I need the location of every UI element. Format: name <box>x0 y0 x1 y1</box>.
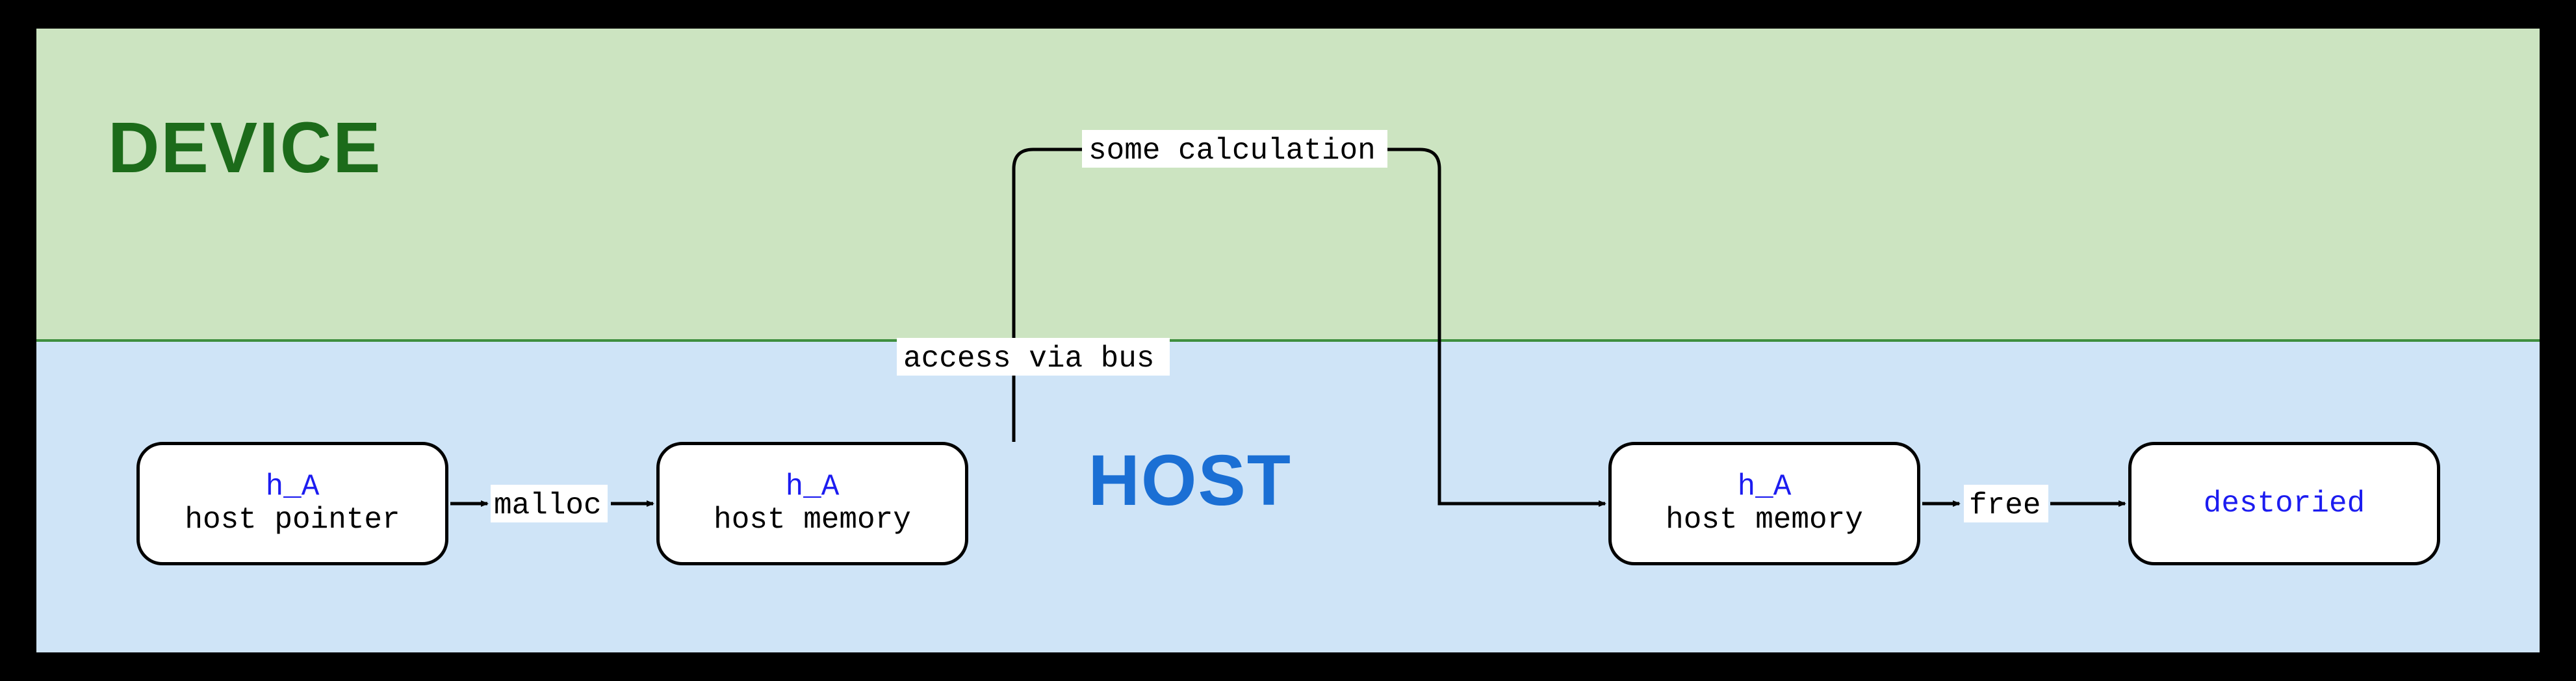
device-region-title: DEVICE <box>108 107 382 189</box>
node-host-memory-1-sub: host memory <box>714 504 911 537</box>
diagram-canvas: DEVICE HOST h_A host pointer h_A host me… <box>0 0 2576 681</box>
node-host-pointer: h_A host pointer <box>136 442 448 565</box>
node-host-memory-2: h_A host memory <box>1608 442 1920 565</box>
node-host-pointer-var: h_A <box>266 470 320 504</box>
node-host-memory-1-var: h_A <box>786 470 840 504</box>
node-destroyed-var: destoried <box>2204 487 2365 520</box>
node-host-memory-2-var: h_A <box>1738 470 1792 504</box>
host-region-title: HOST <box>1088 439 1292 522</box>
device-region: DEVICE <box>36 29 2540 342</box>
node-host-pointer-sub: host pointer <box>185 504 400 537</box>
node-host-memory-1: h_A host memory <box>656 442 968 565</box>
node-host-memory-2-sub: host memory <box>1666 504 1863 537</box>
node-destroyed: destoried <box>2128 442 2440 565</box>
